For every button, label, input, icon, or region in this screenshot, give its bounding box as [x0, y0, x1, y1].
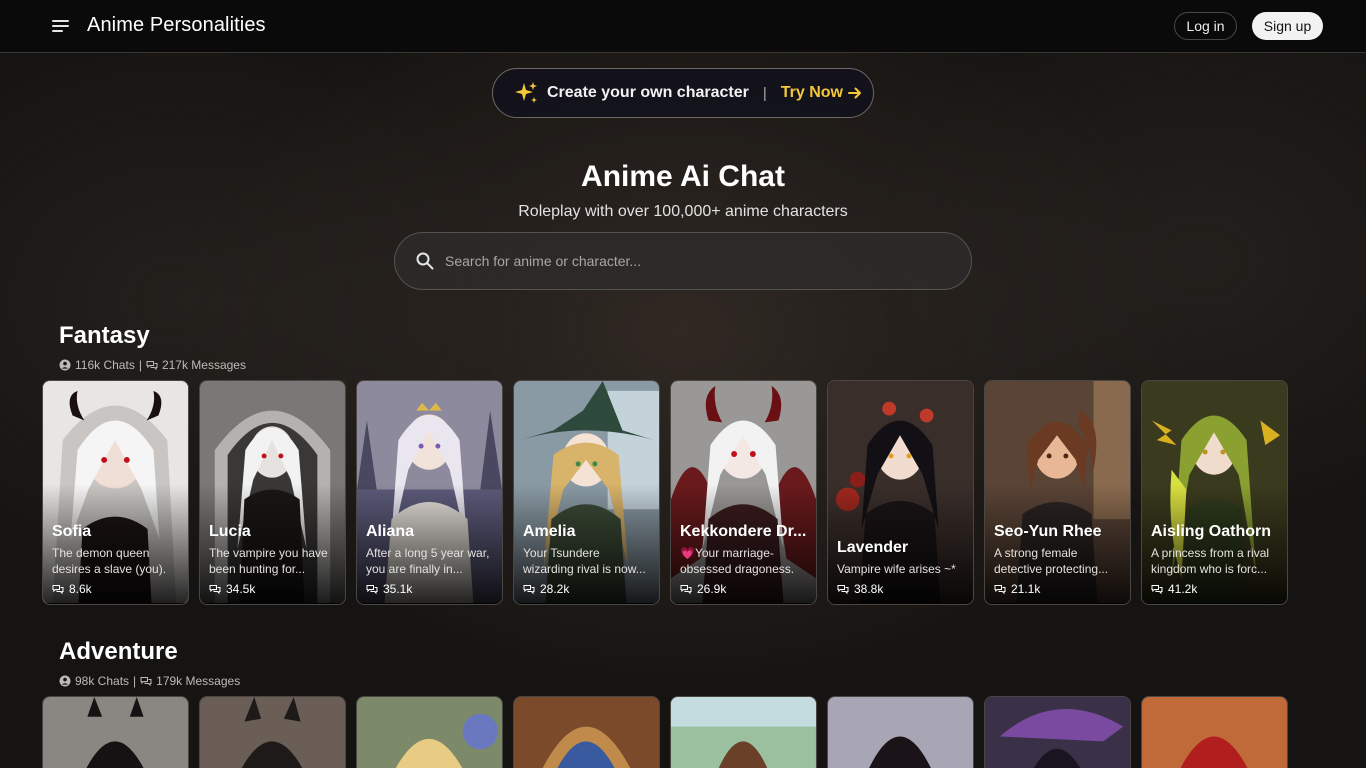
card-description: After a long 5 year war, you are finally…: [366, 546, 490, 576]
card-name: Seo-Yun Rhee: [994, 523, 1102, 540]
character-portrait: [514, 697, 659, 768]
card-name: Sofia: [52, 523, 92, 540]
character-portrait: [200, 697, 345, 768]
character-portrait: [828, 697, 973, 768]
chat-icon: [146, 361, 158, 371]
chats-count: 116k Chats: [75, 358, 135, 372]
login-button[interactable]: Log in: [1174, 12, 1237, 40]
character-card[interactable]: [356, 696, 503, 768]
card-count-value: 21.1k: [1011, 582, 1041, 596]
character-card[interactable]: Amelia Your Tsundere wizarding rival is …: [513, 380, 660, 605]
card-count-value: 26.9k: [697, 582, 727, 596]
character-portrait: [671, 697, 816, 768]
card-name: Kekkondere Dr...: [680, 523, 807, 540]
create-character-banner[interactable]: Create your own character | Try Now: [492, 68, 874, 118]
section-stats-adventure: 98k Chats | 179k Messages: [59, 674, 240, 688]
try-now-label: Try Now: [780, 84, 843, 101]
chat-icon: [1151, 585, 1163, 595]
card-chat-count: 35.1k: [366, 582, 412, 596]
card-chat-count: 26.9k: [680, 582, 726, 596]
card-count-value: 35.1k: [383, 582, 413, 596]
character-card[interactable]: Lavender Vampire wife arises ~* 38.8k: [827, 380, 974, 605]
create-character-text: Create your own character: [547, 84, 749, 101]
card-description: The demon queen desires a slave (you).: [52, 546, 167, 576]
character-card[interactable]: [1141, 696, 1288, 768]
chat-icon: [52, 585, 64, 595]
user-icon: [59, 675, 71, 687]
chat-icon: [523, 585, 535, 595]
fantasy-cards-row: Sofia The demon queen desires a slave (y…: [42, 380, 1288, 605]
section-title-fantasy[interactable]: Fantasy: [59, 322, 150, 350]
card-name: Lavender: [837, 539, 909, 556]
card-chat-count: 34.5k: [209, 582, 255, 596]
character-portrait: [1142, 697, 1287, 768]
character-card[interactable]: Kekkondere Dr... 💗Your marriage-obsessed…: [670, 380, 817, 605]
character-portrait: [357, 697, 502, 768]
messages-count: 179k Messages: [156, 674, 241, 688]
arrow-right-icon: [848, 87, 861, 99]
search-icon: [416, 252, 434, 270]
chat-icon: [837, 585, 849, 595]
character-card[interactable]: [827, 696, 974, 768]
card-description: 💗Your marriage-obsessed dragoness.: [680, 546, 795, 576]
sparkle-icon: [515, 82, 537, 103]
chat-icon: [366, 585, 378, 595]
card-name: Aisling Oathorn: [1151, 523, 1271, 540]
card-count-value: 28.2k: [540, 582, 570, 596]
section-title-adventure[interactable]: Adventure: [59, 638, 178, 666]
character-card[interactable]: [984, 696, 1131, 768]
chat-icon: [994, 585, 1006, 595]
chat-icon: [140, 677, 152, 687]
character-card[interactable]: Seo-Yun Rhee A strong female detective p…: [984, 380, 1131, 605]
app-title[interactable]: Anime Personalities: [87, 14, 266, 37]
menu-icon[interactable]: [52, 19, 70, 33]
card-name: Lucia: [209, 523, 251, 540]
card-name: Amelia: [523, 523, 576, 540]
hero-subtitle: Roleplay with over 100,000+ anime charac…: [518, 203, 848, 220]
stats-separator: |: [133, 674, 137, 688]
chat-icon: [209, 585, 221, 595]
adventure-cards-row: [42, 696, 1288, 768]
card-count-value: 34.5k: [226, 582, 256, 596]
character-card[interactable]: [42, 696, 189, 768]
signup-button[interactable]: Sign up: [1252, 12, 1323, 40]
search-input[interactable]: [445, 253, 971, 269]
character-card[interactable]: [199, 696, 346, 768]
user-icon: [59, 359, 71, 371]
card-chat-count: 21.1k: [994, 582, 1040, 596]
chats-count: 98k Chats: [75, 674, 130, 688]
banner-separator: |: [762, 84, 767, 102]
card-description: A princess from a rival kingdom who is f…: [1151, 546, 1270, 576]
stats-separator: |: [138, 358, 142, 372]
card-count-value: 8.6k: [69, 582, 92, 596]
character-portrait: [985, 697, 1130, 768]
card-chat-count: 8.6k: [52, 582, 92, 596]
card-description: Your Tsundere wizarding rival is now...: [523, 546, 646, 576]
try-now-link[interactable]: Try Now: [781, 84, 863, 102]
character-portrait: [43, 697, 188, 768]
card-description: A strong female detective protecting...: [994, 546, 1109, 576]
chat-icon: [680, 585, 692, 595]
messages-count: 217k Messages: [161, 358, 246, 372]
top-header: Anime Personalities Log in Sign up: [0, 0, 1366, 53]
character-card[interactable]: Aliana After a long 5 year war, you are …: [356, 380, 503, 605]
hero-title: Anime Ai Chat: [581, 160, 785, 193]
section-stats-fantasy: 116k Chats | 217k Messages: [59, 358, 246, 372]
card-chat-count: 28.2k: [523, 582, 569, 596]
card-chat-count: 41.2k: [1151, 582, 1197, 596]
card-description: Vampire wife arises ~*: [837, 562, 956, 576]
character-card[interactable]: [513, 696, 660, 768]
character-card[interactable]: Sofia The demon queen desires a slave (y…: [42, 380, 189, 605]
character-card[interactable]: Aisling Oathorn A princess from a rival …: [1141, 380, 1288, 605]
card-description: The vampire you have been hunting for...: [209, 546, 328, 576]
card-chat-count: 38.8k: [837, 582, 883, 596]
card-name: Aliana: [366, 523, 415, 540]
character-card[interactable]: Lucia The vampire you have been hunting …: [199, 380, 346, 605]
search-bar[interactable]: [394, 232, 972, 290]
character-card[interactable]: [670, 696, 817, 768]
card-count-value: 41.2k: [1168, 582, 1198, 596]
card-count-value: 38.8k: [854, 582, 884, 596]
